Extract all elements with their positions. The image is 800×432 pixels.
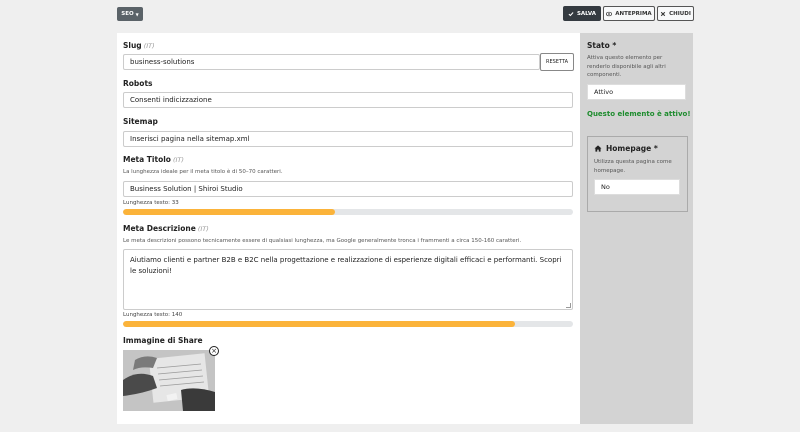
slug-reset-button[interactable]: RESETTA <box>540 53 574 71</box>
meta-description-textarea[interactable]: Aiutiamo clienti e partner B2B e B2C nel… <box>123 249 573 310</box>
meta-description-progress-fill <box>123 321 515 327</box>
meta-description-lang: (IT) <box>197 225 209 233</box>
check-icon <box>568 11 574 16</box>
caret-down-icon: ▼ <box>135 11 139 17</box>
status-label: Stato * <box>587 41 617 50</box>
meta-description-label: Meta Descrizione (IT) <box>123 224 209 233</box>
preview-button[interactable]: ANTEPRIMA <box>603 6 655 21</box>
seo-label: SEO <box>121 11 134 17</box>
meta-title-progress <box>123 209 573 215</box>
share-image-thumbnail[interactable] <box>123 350 215 411</box>
robots-select[interactable]: Consenti indicizzazione <box>123 92 573 108</box>
sitemap-label: Sitemap <box>123 117 158 126</box>
meta-title-help: La lunghezza ideale per il meta titolo è… <box>123 169 283 175</box>
homepage-help: Utilizza questa pagina come homepage. <box>594 159 672 174</box>
meta-title-counter: Lunghezza testo: 33 <box>123 200 179 206</box>
preview-label: ANTEPRIMA <box>615 10 652 17</box>
seo-form-panel: Slug (IT) business-solutions RESETTA Robo… <box>117 33 580 424</box>
close-label: CHIUDI <box>669 10 691 17</box>
meta-title-input[interactable]: Business Solution | Shiroi Studio <box>123 181 573 197</box>
homepage-label: Homepage * <box>606 144 658 153</box>
status-message: Questo elemento è attivo! <box>587 110 691 118</box>
meta-description-help: Le meta descrizioni possono tecnicamente… <box>123 238 522 244</box>
slug-label: Slug (IT) <box>123 41 155 50</box>
save-button[interactable]: SALVA <box>563 6 601 21</box>
side-panel: Stato * Attiva questo elemento per rende… <box>580 33 693 424</box>
slug-lang: (IT) <box>143 42 155 50</box>
share-image-label: Immagine di Share <box>123 336 203 345</box>
meta-description-progress <box>123 321 573 327</box>
eye-icon <box>606 11 613 16</box>
close-button[interactable]: CHIUDI <box>657 6 694 21</box>
homepage-box: Homepage * Utilizza questa pagina come h… <box>587 136 688 212</box>
resize-grip-icon[interactable] <box>566 303 571 308</box>
status-help: Attiva questo elemento per renderlo disp… <box>587 55 666 78</box>
sitemap-select[interactable]: Inserisci pagina nella sitemap.xml <box>123 131 573 147</box>
meta-description-text: Aiutiamo clienti e partner B2B e B2C nel… <box>130 256 562 275</box>
meta-title-lang: (IT) <box>172 156 184 164</box>
slug-input[interactable]: business-solutions <box>123 54 540 70</box>
seo-dropdown-button[interactable]: SEO ▼ <box>117 7 143 21</box>
home-icon <box>594 145 602 152</box>
remove-image-icon[interactable]: × <box>209 346 219 356</box>
save-label: SALVA <box>576 10 597 17</box>
meta-description-counter: Lunghezza testo: 140 <box>123 312 183 318</box>
homepage-title: Homepage * <box>594 144 658 153</box>
meta-title-progress-fill <box>123 209 335 215</box>
meta-title-label: Meta Titolo (IT) <box>123 155 184 164</box>
share-image-picture <box>123 350 215 411</box>
close-icon <box>660 11 666 16</box>
status-select[interactable]: Attivo <box>587 84 686 100</box>
robots-label: Robots <box>123 79 153 88</box>
homepage-select[interactable]: No <box>594 179 680 195</box>
